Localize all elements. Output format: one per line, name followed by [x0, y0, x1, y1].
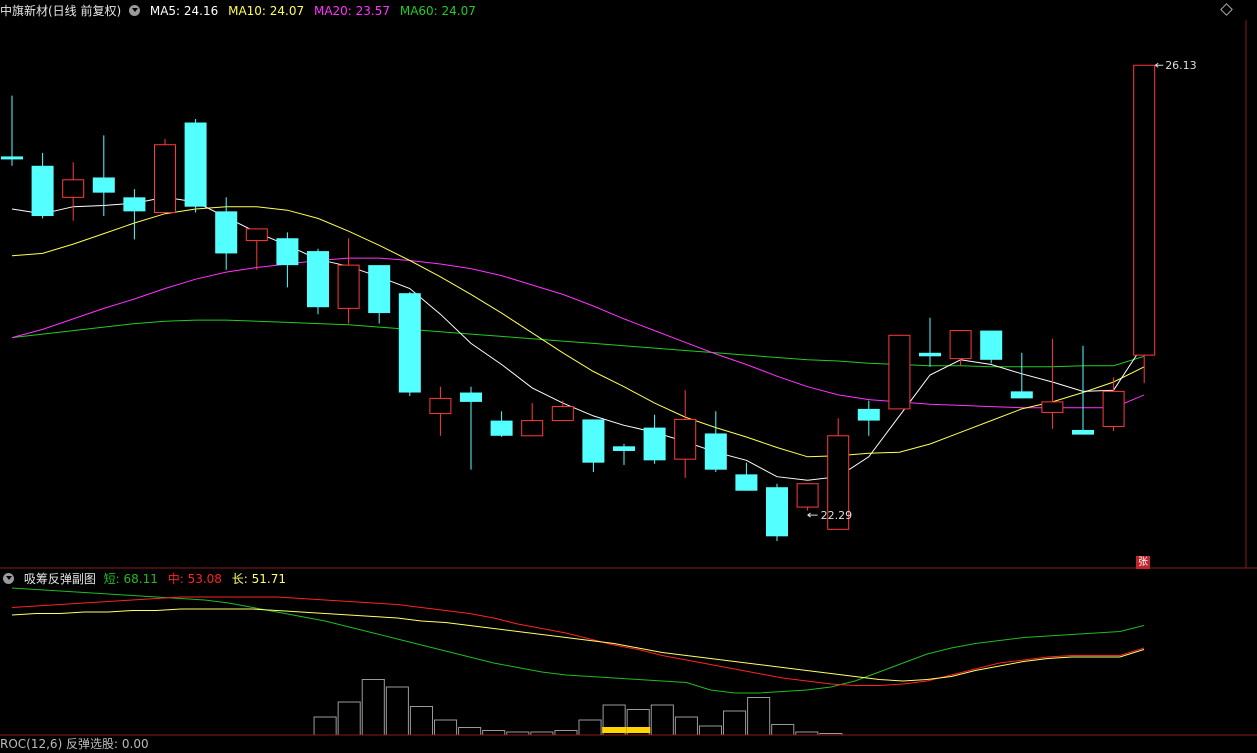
- indicator-legend: 吸筹反弹副图 短: 68.11 中: 53.08 长: 51.71: [0, 570, 292, 588]
- candle-body-down: [1, 156, 23, 160]
- candle-body-down: [31, 165, 54, 217]
- candle-body-up: [245, 228, 268, 242]
- candle-body-down: [613, 446, 635, 451]
- short-legend: 短: 68.11: [103, 572, 158, 586]
- candle-body-down: [184, 122, 207, 207]
- ma10-legend: MA10: 24.07: [228, 4, 305, 18]
- security-title: 中旗新材(日线 前复权): [0, 4, 122, 18]
- ma5-legend: MA5: 24.16: [149, 4, 219, 18]
- candle-body-down: [307, 251, 329, 308]
- indicator-title: 吸筹反弹副图: [23, 572, 96, 586]
- indicator-toggle-icon[interactable]: [3, 573, 14, 584]
- stock-chart: 26.13 22.29: [0, 0, 1257, 741]
- candle-body-down: [1010, 391, 1033, 399]
- candle-body-down: [643, 427, 666, 461]
- candle-body-up: [154, 144, 176, 214]
- candle-body-down: [398, 293, 421, 393]
- candle-body-down: [857, 408, 880, 421]
- candle-body-down: [368, 265, 391, 314]
- candle-body-down: [582, 419, 605, 463]
- candle-body-down: [1072, 429, 1094, 435]
- candle-body-up: [429, 397, 452, 415]
- candle-body-down: [215, 211, 238, 254]
- candle-body-up: [1133, 64, 1156, 356]
- candle-body-down: [735, 474, 758, 491]
- candle-body-up: [796, 483, 819, 508]
- candle-body-down: [766, 487, 788, 537]
- limit-up-badge: 张: [1136, 556, 1150, 569]
- long-legend: 长: 51.71: [231, 572, 286, 586]
- candle-body-down: [460, 392, 482, 402]
- candle-body-down: [276, 238, 299, 266]
- candle-body-up: [521, 420, 544, 437]
- candle-body-down: [490, 420, 513, 436]
- candle-body-up: [62, 179, 85, 198]
- bottom-indicator-legend: ROC(12,6) 反弹选股: 0.00: [0, 737, 149, 751]
- ma20-legend: MA20: 23.57: [313, 4, 391, 18]
- chart-background: [0, 0, 1257, 741]
- mid-legend: 中: 53.08: [167, 572, 222, 586]
- candle-body-up: [551, 406, 574, 422]
- candle-body-down: [123, 197, 146, 212]
- accumulation-block: [626, 727, 651, 733]
- high-price-label: 26.13: [1165, 59, 1197, 72]
- main-legend: 中旗新材(日线 前复权) MA5: 24.16 MA10: 24.07 MA20…: [0, 2, 482, 20]
- candle-body-up: [337, 264, 360, 309]
- settings-toggle-icon[interactable]: [129, 5, 141, 16]
- candle-body-down: [704, 433, 727, 470]
- candle-body-up: [888, 334, 911, 410]
- candle-body-down: [980, 330, 1003, 360]
- low-price-label: 22.29: [821, 509, 853, 522]
- candle-body-down: [919, 352, 941, 357]
- candle-body-up: [1102, 390, 1125, 427]
- candle-body-up: [1041, 401, 1064, 413]
- candle-body-down: [92, 177, 115, 193]
- candle-body-up: [674, 418, 697, 460]
- candle-body-up: [949, 330, 972, 360]
- ma60-legend: MA60: 24.07: [399, 4, 476, 18]
- accumulation-block: [602, 727, 627, 733]
